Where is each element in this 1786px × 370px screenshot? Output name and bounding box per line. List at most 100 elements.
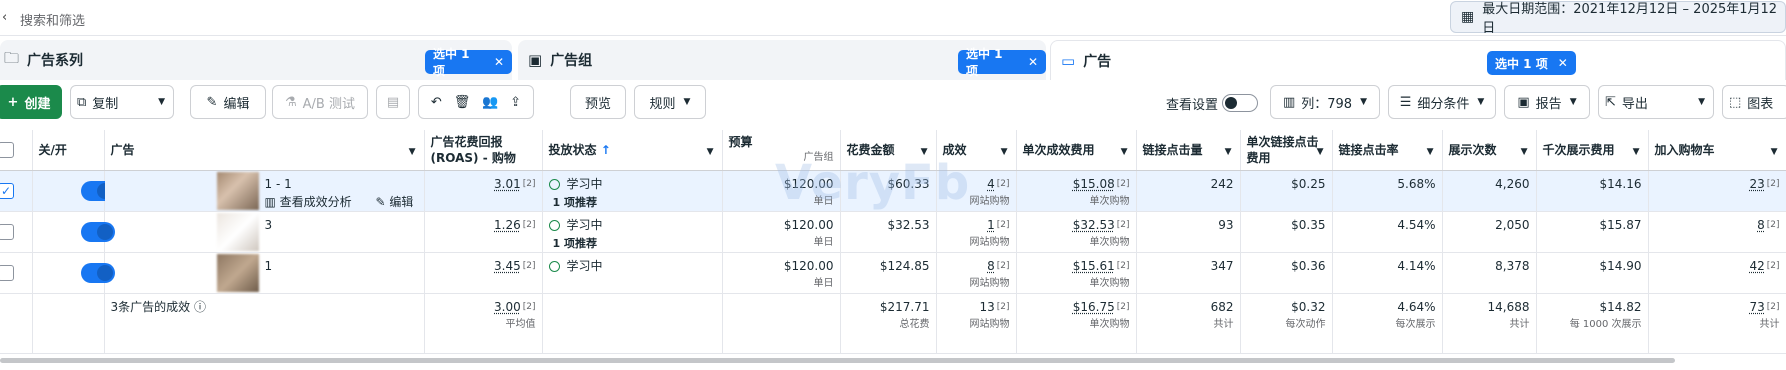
col-ctr[interactable]: 链接点击率 ▼ (1332, 130, 1443, 171)
close-icon[interactable]: ✕ (1028, 55, 1038, 69)
select-all-header (0, 130, 33, 171)
trash-icon[interactable]: 🗑 (454, 95, 471, 110)
view-settings-toggle[interactable] (1222, 94, 1258, 112)
budget-value[interactable]: $120.00 (784, 177, 834, 191)
date-range-picker[interactable]: ▦ 最大日期范围：2021年12月12日 – 2025年1月12日 (1450, 1, 1786, 36)
col-status[interactable]: 投放状态 ↑ ▼ (542, 130, 723, 171)
share-icon[interactable]: ⇪ (510, 95, 521, 110)
col-impressions[interactable]: 展示次数 ▼ (1442, 130, 1537, 171)
chevron-down-icon: ▼ (1120, 147, 1128, 157)
status-text: 学习中 (566, 217, 603, 232)
clipboard-button[interactable]: ▤ (376, 85, 410, 119)
adsets-selected-chip[interactable]: 选中 1 项 ✕ (958, 47, 1046, 78)
select-all-checkbox[interactable] (0, 142, 14, 158)
budget-value[interactable]: $120.00 (784, 259, 834, 273)
ad-name[interactable]: 3 (265, 218, 273, 233)
ad-name[interactable]: 1 - 1 (265, 177, 292, 192)
recommendation-link[interactable]: 1 项推荐 (553, 195, 716, 210)
edit-action[interactable]: ✎ 编辑 (376, 195, 424, 209)
col-add-to-cart[interactable]: 加入购物车 ▼ (1648, 130, 1786, 171)
col-ad[interactable]: 广告 ▼ (104, 130, 425, 171)
cpr-value: $32.53 (1072, 217, 1115, 232)
chevron-down-icon: ▼ (1632, 147, 1640, 157)
edit-button[interactable]: ✎ 编辑 (190, 85, 266, 119)
copy-button[interactable]: ⧉ 复制 ▼ (70, 85, 174, 119)
total-spend: $217.71 (879, 299, 930, 314)
flask-icon: ⚗ (285, 94, 297, 110)
tab-campaigns-label: 广告系列 (27, 53, 84, 69)
total-cpr: $16.75 (1072, 299, 1115, 314)
col-cpm[interactable]: 千次展示费用 ▼ (1536, 130, 1649, 171)
row-checkbox[interactable]: ✓ (0, 182, 14, 199)
tab-ads[interactable]: ▭ 广告 选中 1 项 ✕ (1050, 40, 1786, 80)
columns-button[interactable]: ▥ 列：798 ▼ (1270, 85, 1380, 119)
clipboard-icon: ▤ (386, 94, 400, 110)
col-results[interactable]: 成效 ▼ (936, 130, 1017, 171)
chevron-down-icon: ▼ (1569, 97, 1577, 107)
status-ring-icon (548, 219, 560, 231)
col-roas[interactable]: 广告花费回报 (ROAS) - 购物 (424, 130, 543, 171)
close-icon[interactable]: ✕ (1558, 56, 1568, 70)
status-text: 学习中 (566, 258, 603, 273)
roas-value: 1.26 (494, 217, 521, 232)
export-button[interactable]: ⇱ 导出 ▼ (1598, 85, 1714, 119)
plus-icon: + (7, 94, 19, 110)
reports-button[interactable]: ▣ 报告 ▼ (1504, 85, 1590, 119)
chevron-down-icon[interactable]: ▼ (158, 97, 165, 107)
col-cpc[interactable]: 单次链接点击费用 ▼ (1240, 130, 1333, 171)
people-icon[interactable]: 👥 (482, 95, 498, 110)
col-link-clicks[interactable]: 链接点击量 ▼ (1136, 130, 1241, 171)
row-checkbox[interactable] (0, 264, 14, 281)
search-input[interactable]: 搜索和筛选 (20, 10, 85, 29)
horizontal-scrollbar[interactable] (0, 358, 1786, 366)
col-toggle[interactable]: 关/开 (32, 130, 105, 171)
history-actions-group: ↶ 🗑 👥 ⇪ (418, 85, 534, 119)
date-range-label: 最大日期范围：2021年12月12日 – 2025年1月12日 (1482, 2, 1778, 36)
create-button[interactable]: + 创建 (0, 85, 62, 119)
cpr-value: $15.08 (1072, 176, 1115, 191)
tab-campaigns[interactable]: 🗀 广告系列 选中 1 项 ✕ (0, 40, 512, 80)
tab-adsets-label: 广告组 (550, 53, 593, 69)
chevron-down-icon: ▼ (1426, 147, 1434, 157)
campaigns-selected-chip[interactable]: 选中 1 项 ✕ (425, 47, 512, 78)
total-results: 13 (979, 299, 995, 314)
total-impressions: 14,688 (1487, 299, 1530, 314)
atc-value: 23 (1749, 176, 1765, 191)
recommendation-link[interactable]: 1 项推荐 (553, 236, 716, 251)
breakdown-button[interactable]: ☰ 细分条件 ▼ (1388, 85, 1496, 119)
table-row[interactable]: 3 1.26 [2] 学习中 1 项推荐 $120.00 单日 $32.53 1 [2]… (0, 211, 1786, 253)
rules-button[interactable]: 规则 ▼ (634, 85, 706, 119)
chevron-icon[interactable]: ‹ (2, 10, 7, 25)
chevron-down-icon[interactable]: ▼ (1698, 97, 1705, 107)
atc-value: 8 (1757, 217, 1765, 232)
table-row[interactable]: 1 3.45 [2] 学习中 $120.00 单日 $124.85 8 [2] 网站购物… (0, 252, 1786, 294)
impressions-value: 2,050 (1495, 217, 1530, 232)
scrollbar-thumb[interactable] (0, 358, 1675, 363)
close-icon[interactable]: ✕ (494, 55, 504, 69)
info-icon[interactable]: ⓘ (194, 300, 206, 314)
tab-adsets[interactable]: ▣ 广告组 选中 1 项 ✕ (518, 40, 1046, 80)
ab-test-button[interactable]: ⚗ A/B 测试 (272, 85, 368, 119)
preview-button[interactable]: 预览 (570, 85, 626, 119)
row-checkbox[interactable] (0, 223, 14, 240)
atc-value: 42 (1749, 258, 1765, 273)
pencil-icon: ✎ (206, 94, 218, 110)
chevron-down-icon: ▼ (1316, 147, 1324, 157)
charts-button[interactable]: ⬚ 图表 (1722, 85, 1786, 119)
ads-table: 关/开 广告 ▼ 广告花费回报 (ROAS) - 购物 投放状态 ↑ ▼ 预算 广告组… (0, 130, 1786, 354)
undo-icon[interactable]: ↶ (431, 95, 442, 110)
chevron-down-icon: ▼ (920, 147, 928, 157)
col-spend[interactable]: 花费金额 ▼ (840, 130, 937, 171)
col-budget[interactable]: 预算 广告组 (722, 130, 841, 171)
ad-name[interactable]: 1 (265, 259, 273, 274)
table-row[interactable]: ✓ 1 - 1 ▥ 查看成效分析 ✎ 编辑 ▣ 对比 ··· 3.01[2] 学… (0, 170, 1786, 212)
ad-thumbnail (216, 253, 259, 292)
view-results-action[interactable]: ▥ 查看成效分析 (265, 195, 362, 209)
col-cost-per-result[interactable]: 单次成效费用 ▼ (1016, 130, 1137, 171)
ctr-value: 5.68% (1397, 176, 1436, 191)
total-atc: 73 (1749, 299, 1765, 314)
totals-label: 3条广告的成效 (110, 299, 191, 314)
budget-value[interactable]: $120.00 (784, 218, 834, 232)
chevron-down-icon: ▼ (683, 97, 691, 107)
ads-selected-chip[interactable]: 选中 1 项 ✕ (1487, 51, 1576, 75)
